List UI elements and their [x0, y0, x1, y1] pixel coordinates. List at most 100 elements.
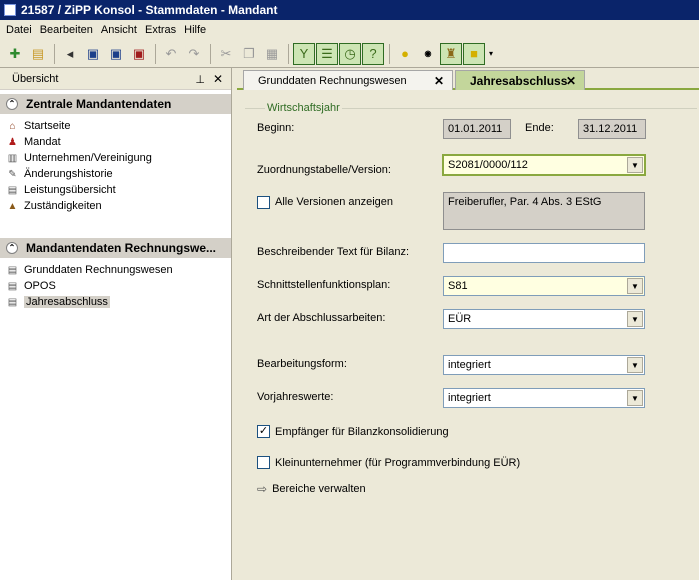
close-icon[interactable]: ✕: [566, 74, 576, 88]
toolbar-separator: [288, 43, 289, 64]
help-icon[interactable]: ?: [362, 42, 384, 65]
nav-item-mandat[interactable]: ♟ Mandat: [0, 134, 231, 150]
menu-extras[interactable]: Extras: [141, 24, 180, 36]
open-folder-icon[interactable]: ▤: [27, 43, 49, 65]
window-title: 21587 / ZiPP Konsol - Stammdaten - Manda…: [21, 3, 278, 17]
vorjahr-label: Vorjahreswerte:: [257, 391, 334, 403]
overview-pane: Übersicht ⊥ ✕ ⌃ Zentrale Mandantendaten …: [0, 68, 232, 580]
tab-strip: Grunddaten Rechnungswesen ✕ Jahresabschl…: [237, 68, 699, 90]
nav-item-opos[interactable]: ▤ OPOS: [0, 278, 231, 294]
menu-bar: Datei Bearbeiten Ansicht Extras Hilfe: [0, 20, 699, 40]
app-icon: [4, 4, 16, 16]
toolbar-separator: [210, 43, 211, 64]
save-icon[interactable]: ▣: [82, 43, 104, 65]
tab-jahresabschluss[interactable]: Jahresabschluss ✕: [455, 70, 585, 90]
note-icon[interactable]: ■: [463, 42, 485, 65]
tree-icon[interactable]: Y: [293, 42, 315, 65]
schnittstelle-label: Schnittstellenfunktionsplan:: [257, 279, 391, 291]
overview-header: Übersicht ⊥ ✕: [0, 68, 231, 90]
copy-icon[interactable]: ❐: [238, 43, 260, 65]
nav-item-leistungsuebersicht[interactable]: ▤ Leistungsübersicht: [0, 182, 231, 198]
text-bilanz-input[interactable]: [443, 243, 645, 263]
document-icon: ▤: [7, 296, 18, 308]
ende-field[interactable]: 31.12.2011: [578, 119, 646, 139]
text-bilanz-label: Beschreibender Text für Bilanz:: [257, 246, 410, 258]
menu-hilfe[interactable]: Hilfe: [180, 24, 210, 36]
undo-icon[interactable]: ↶: [160, 43, 182, 65]
bearbeitung-select[interactable]: integriert ▼: [443, 355, 645, 375]
chevron-down-icon[interactable]: ▼: [627, 357, 643, 373]
bereiche-verwalten-link[interactable]: ⇨ Bereiche verwalten: [257, 482, 366, 496]
menu-ansicht[interactable]: Ansicht: [97, 24, 141, 36]
save-close-icon[interactable]: ▣: [128, 43, 150, 65]
kleinunternehmer-checkbox[interactable]: [257, 456, 270, 469]
collapse-icon[interactable]: ⌃: [6, 98, 18, 110]
chevron-down-icon[interactable]: ▼: [627, 311, 643, 327]
vorjahr-select[interactable]: integriert ▼: [443, 388, 645, 408]
document-icon: ▤: [7, 184, 18, 196]
section-mandantendaten-rechnungswesen[interactable]: ⌃ Mandantendaten Rechnungswe...: [0, 238, 231, 258]
toolbar-separator: [54, 43, 55, 64]
building-icon: ▥: [7, 152, 18, 164]
art-label: Art der Abschlussarbeiten:: [257, 312, 386, 324]
lightbulb-icon[interactable]: ●: [394, 43, 416, 65]
beginn-label: Beginn:: [257, 122, 295, 134]
zuordnung-select[interactable]: S2081/0000/112 ▼: [442, 154, 646, 176]
mandat-icon: ♟: [8, 136, 17, 148]
section-zentrale-mandantendaten[interactable]: ⌃ Zentrale Mandantendaten: [0, 94, 231, 114]
chevron-down-icon[interactable]: ▼: [627, 278, 643, 294]
list-icon[interactable]: ☰: [316, 42, 338, 65]
chevron-down-icon[interactable]: ▼: [627, 390, 643, 406]
zuordnung-label: Zuordnungstabelle/Version:: [257, 164, 391, 176]
document-icon: ▤: [7, 264, 18, 276]
pin-icon[interactable]: ⊥: [195, 73, 205, 86]
history-icon[interactable]: ◷: [339, 42, 361, 65]
empfaenger-checkbox[interactable]: ✓: [257, 425, 270, 438]
tab-grunddaten-rechnungswesen[interactable]: Grunddaten Rechnungswesen ✕: [243, 70, 453, 90]
nav-item-zustaendigkeiten[interactable]: ▲ Zuständigkeiten: [0, 198, 231, 214]
art-select[interactable]: EÜR ▼: [443, 309, 645, 329]
jahresabschluss-form: Wirtschaftsjahr Beginn: 01.01.2011 Ende:…: [237, 92, 699, 580]
empfaenger-label: Empfänger für Bilanzkonsolidierung: [275, 426, 449, 438]
paste-icon[interactable]: ▦: [261, 43, 283, 65]
alle-versionen-label: Alle Versionen anzeigen: [275, 196, 394, 208]
menu-bearbeiten[interactable]: Bearbeiten: [36, 24, 97, 36]
title-bar: 21587 / ZiPP Konsol - Stammdaten - Manda…: [0, 0, 699, 20]
version-description-box: Freiberufler, Par. 4 Abs. 3 EStG: [443, 192, 645, 230]
cut-icon[interactable]: ✂: [215, 43, 237, 65]
new-icon[interactable]: ✚: [4, 43, 26, 65]
lex-icon[interactable]: ◉: [417, 43, 439, 65]
save-as-icon[interactable]: ▣: [105, 43, 127, 65]
bearbeitung-label: Bearbeitungsform:: [257, 358, 347, 370]
toolbar: ✚ ▤ ◂ ▣ ▣ ▣ ↶ ↷ ✂ ❐ ▦ Y ☰ ◷ ? ● ◉ ♜ ■ ▾: [0, 40, 699, 68]
beginn-field[interactable]: 01.01.2011: [443, 119, 511, 139]
nav-item-grunddaten[interactable]: ▤ Grunddaten Rechnungswesen: [0, 262, 231, 278]
arrow-right-icon: ⇨: [257, 482, 268, 496]
close-icon[interactable]: ✕: [434, 74, 444, 88]
hat-icon: ▲: [7, 200, 18, 212]
toolbar-separator: [155, 43, 156, 64]
overview-title: Übersicht: [12, 72, 59, 85]
toolbar-separator: [389, 43, 390, 64]
close-icon[interactable]: ✕: [213, 72, 223, 86]
group-label: Wirtschaftsjahr: [265, 102, 342, 114]
nav-item-startseite[interactable]: ⌂ Startseite: [0, 118, 231, 134]
redo-icon[interactable]: ↷: [183, 43, 205, 65]
mandant-icon[interactable]: ♜: [440, 42, 462, 65]
chevron-down-icon[interactable]: ▼: [627, 157, 643, 173]
menu-datei[interactable]: Datei: [2, 24, 36, 36]
nav-item-unternehmen[interactable]: ▥ Unternehmen/Vereinigung: [0, 150, 231, 166]
history-doc-icon: ✎: [8, 168, 17, 180]
nav-item-jahresabschluss[interactable]: ▤ Jahresabschluss: [0, 294, 231, 310]
back-icon[interactable]: ◂: [59, 43, 81, 65]
toolbar-overflow-icon[interactable]: ▾: [486, 43, 496, 65]
schnittstelle-select[interactable]: S81 ▼: [443, 276, 645, 296]
alle-versionen-checkbox[interactable]: [257, 196, 270, 209]
collapse-icon[interactable]: ⌃: [6, 242, 18, 254]
document-icon: ▤: [7, 280, 18, 292]
house-icon: ⌂: [9, 120, 16, 132]
kleinunternehmer-label: Kleinunternehmer (für Programmverbindung…: [275, 457, 521, 469]
nav-item-aenderungshistorie[interactable]: ✎ Änderungshistorie: [0, 166, 231, 182]
section-title: Mandantendaten Rechnungswe...: [26, 241, 217, 255]
section-title: Zentrale Mandantendaten: [26, 97, 172, 111]
